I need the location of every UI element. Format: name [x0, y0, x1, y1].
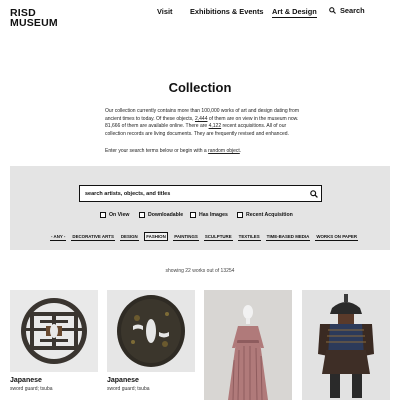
nav-art-design[interactable]: Art & Design: [272, 7, 317, 18]
search-input[interactable]: [85, 190, 305, 197]
filter-label: Recent Acquisition: [246, 212, 293, 218]
artwork-thumbnail[interactable]: [302, 290, 390, 400]
header-search-button[interactable]: Search: [329, 6, 365, 15]
search-label: Search: [340, 6, 365, 15]
filter-downloadable[interactable]: Downloadable: [139, 212, 183, 218]
risd-museum-logo[interactable]: RISD MUSEUM: [10, 8, 58, 29]
enter-text: Enter your search terms below or begin w…: [105, 148, 209, 154]
enter-end: .: [239, 148, 242, 154]
random-object-link[interactable]: random object: [208, 148, 240, 154]
search-icon: [309, 189, 318, 198]
category-fashion[interactable]: FASHION: [143, 232, 169, 241]
artwork-thumbnail[interactable]: [204, 290, 292, 400]
result-subtitle: sword guard; tsuba: [10, 386, 53, 392]
collection-search-box: [79, 185, 322, 202]
logo-line-2: MUSEUM: [10, 17, 58, 29]
result-subtitle: sword guard; tsuba: [107, 386, 150, 392]
samurai-armor-image: [318, 294, 374, 398]
checkbox[interactable]: [237, 212, 243, 218]
recent-acquisitions-link[interactable]: 4,122: [209, 123, 222, 129]
on-view-count-link[interactable]: 2,444: [195, 116, 208, 122]
result-title: Japanese: [107, 377, 139, 384]
category-textiles[interactable]: TEXTILES: [237, 232, 261, 241]
category-decorative-arts[interactable]: DECORATIVE ARTS: [71, 232, 115, 241]
checkbox[interactable]: [190, 212, 196, 218]
result-card[interactable]: [302, 290, 390, 400]
enter-search-line: Enter your search terms below or begin w…: [105, 148, 241, 154]
tsuba-image: [21, 298, 87, 364]
page-title: Collection: [168, 80, 232, 95]
category-sculpture[interactable]: SCULPTURE: [203, 232, 233, 241]
filter-on-view[interactable]: On View: [100, 212, 129, 218]
category-paintings[interactable]: PAINTINGS: [173, 232, 199, 241]
search-icon: [329, 7, 336, 14]
filter-has-images[interactable]: Has Images: [190, 212, 228, 218]
artwork-thumbnail[interactable]: [10, 290, 98, 372]
nav-visit[interactable]: Visit: [157, 7, 172, 16]
result-card[interactable]: Japanese sword guard; tsuba: [107, 290, 195, 392]
search-submit-button[interactable]: [308, 188, 319, 199]
category-works-on-paper[interactable]: WORKS ON PAPER: [315, 232, 358, 241]
category-tabs: - ANY - DECORATIVE ARTS DESIGN FASHION P…: [50, 232, 358, 241]
nav-exhibitions-events[interactable]: Exhibitions & Events: [190, 7, 264, 16]
result-card[interactable]: Japanese sword guard; tsuba: [10, 290, 98, 392]
category-any[interactable]: - ANY -: [50, 232, 67, 241]
checkbox[interactable]: [139, 212, 145, 218]
filter-label: Has Images: [199, 212, 228, 218]
collection-intro: Our collection currently contains more t…: [105, 108, 305, 138]
checkbox[interactable]: [100, 212, 106, 218]
result-title: Japanese: [10, 377, 42, 384]
filter-label: On View: [109, 212, 130, 218]
tsuba-image: [117, 295, 185, 367]
dress-image: [228, 305, 268, 400]
site-header: RISD MUSEUM Visit Exhibitions & Events A…: [0, 0, 400, 40]
filter-label: Downloadable: [148, 212, 184, 218]
category-time-based-media[interactable]: TIME-BASED MEDIA: [265, 232, 311, 241]
filter-recent-acquisition[interactable]: Recent Acquisition: [237, 212, 293, 218]
category-design[interactable]: DESIGN: [119, 232, 139, 241]
artwork-thumbnail[interactable]: [107, 290, 195, 372]
results-count: showing 22 works out of 13254: [165, 268, 235, 274]
result-card[interactable]: [204, 290, 292, 400]
